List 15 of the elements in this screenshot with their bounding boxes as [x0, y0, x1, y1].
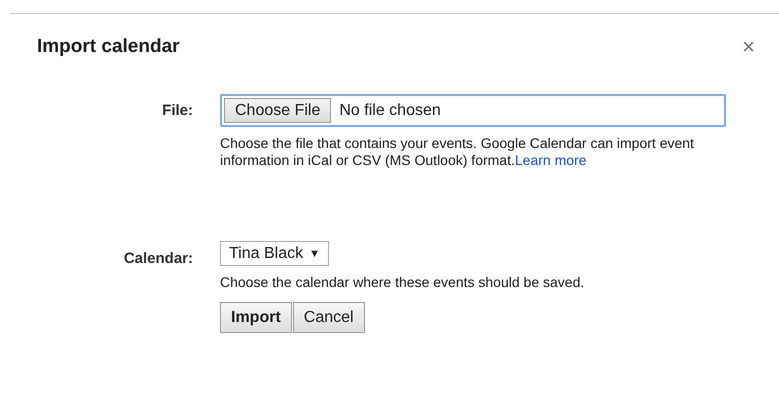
calendar-help-text: Choose the calendar where these events should be saved. [220, 274, 586, 291]
calendar-label: Calendar: [122, 250, 193, 269]
file-input[interactable]: Choose File No file chosen [220, 94, 726, 127]
cancel-button[interactable]: Cancel [292, 302, 365, 333]
learn-more-link[interactable]: Learn more [514, 152, 586, 168]
calendar-value: Tina Black [229, 244, 304, 262]
close-button[interactable]: × [742, 36, 755, 58]
import-button[interactable]: Import [220, 302, 292, 333]
choose-file-button[interactable]: Choose File [224, 98, 332, 123]
file-help-text: Choose the file that contains your events. Google Calendar can import event information in iCal or CSV (MS Outlook) format.Learn more [220, 135, 695, 169]
calendar-select[interactable]: Tina Black ▼ [220, 241, 329, 266]
file-status: No file chosen [339, 102, 441, 120]
caret-icon: ▼ [309, 248, 320, 260]
file-label: File: [161, 102, 193, 121]
dialog-title: Import calendar [37, 36, 180, 58]
